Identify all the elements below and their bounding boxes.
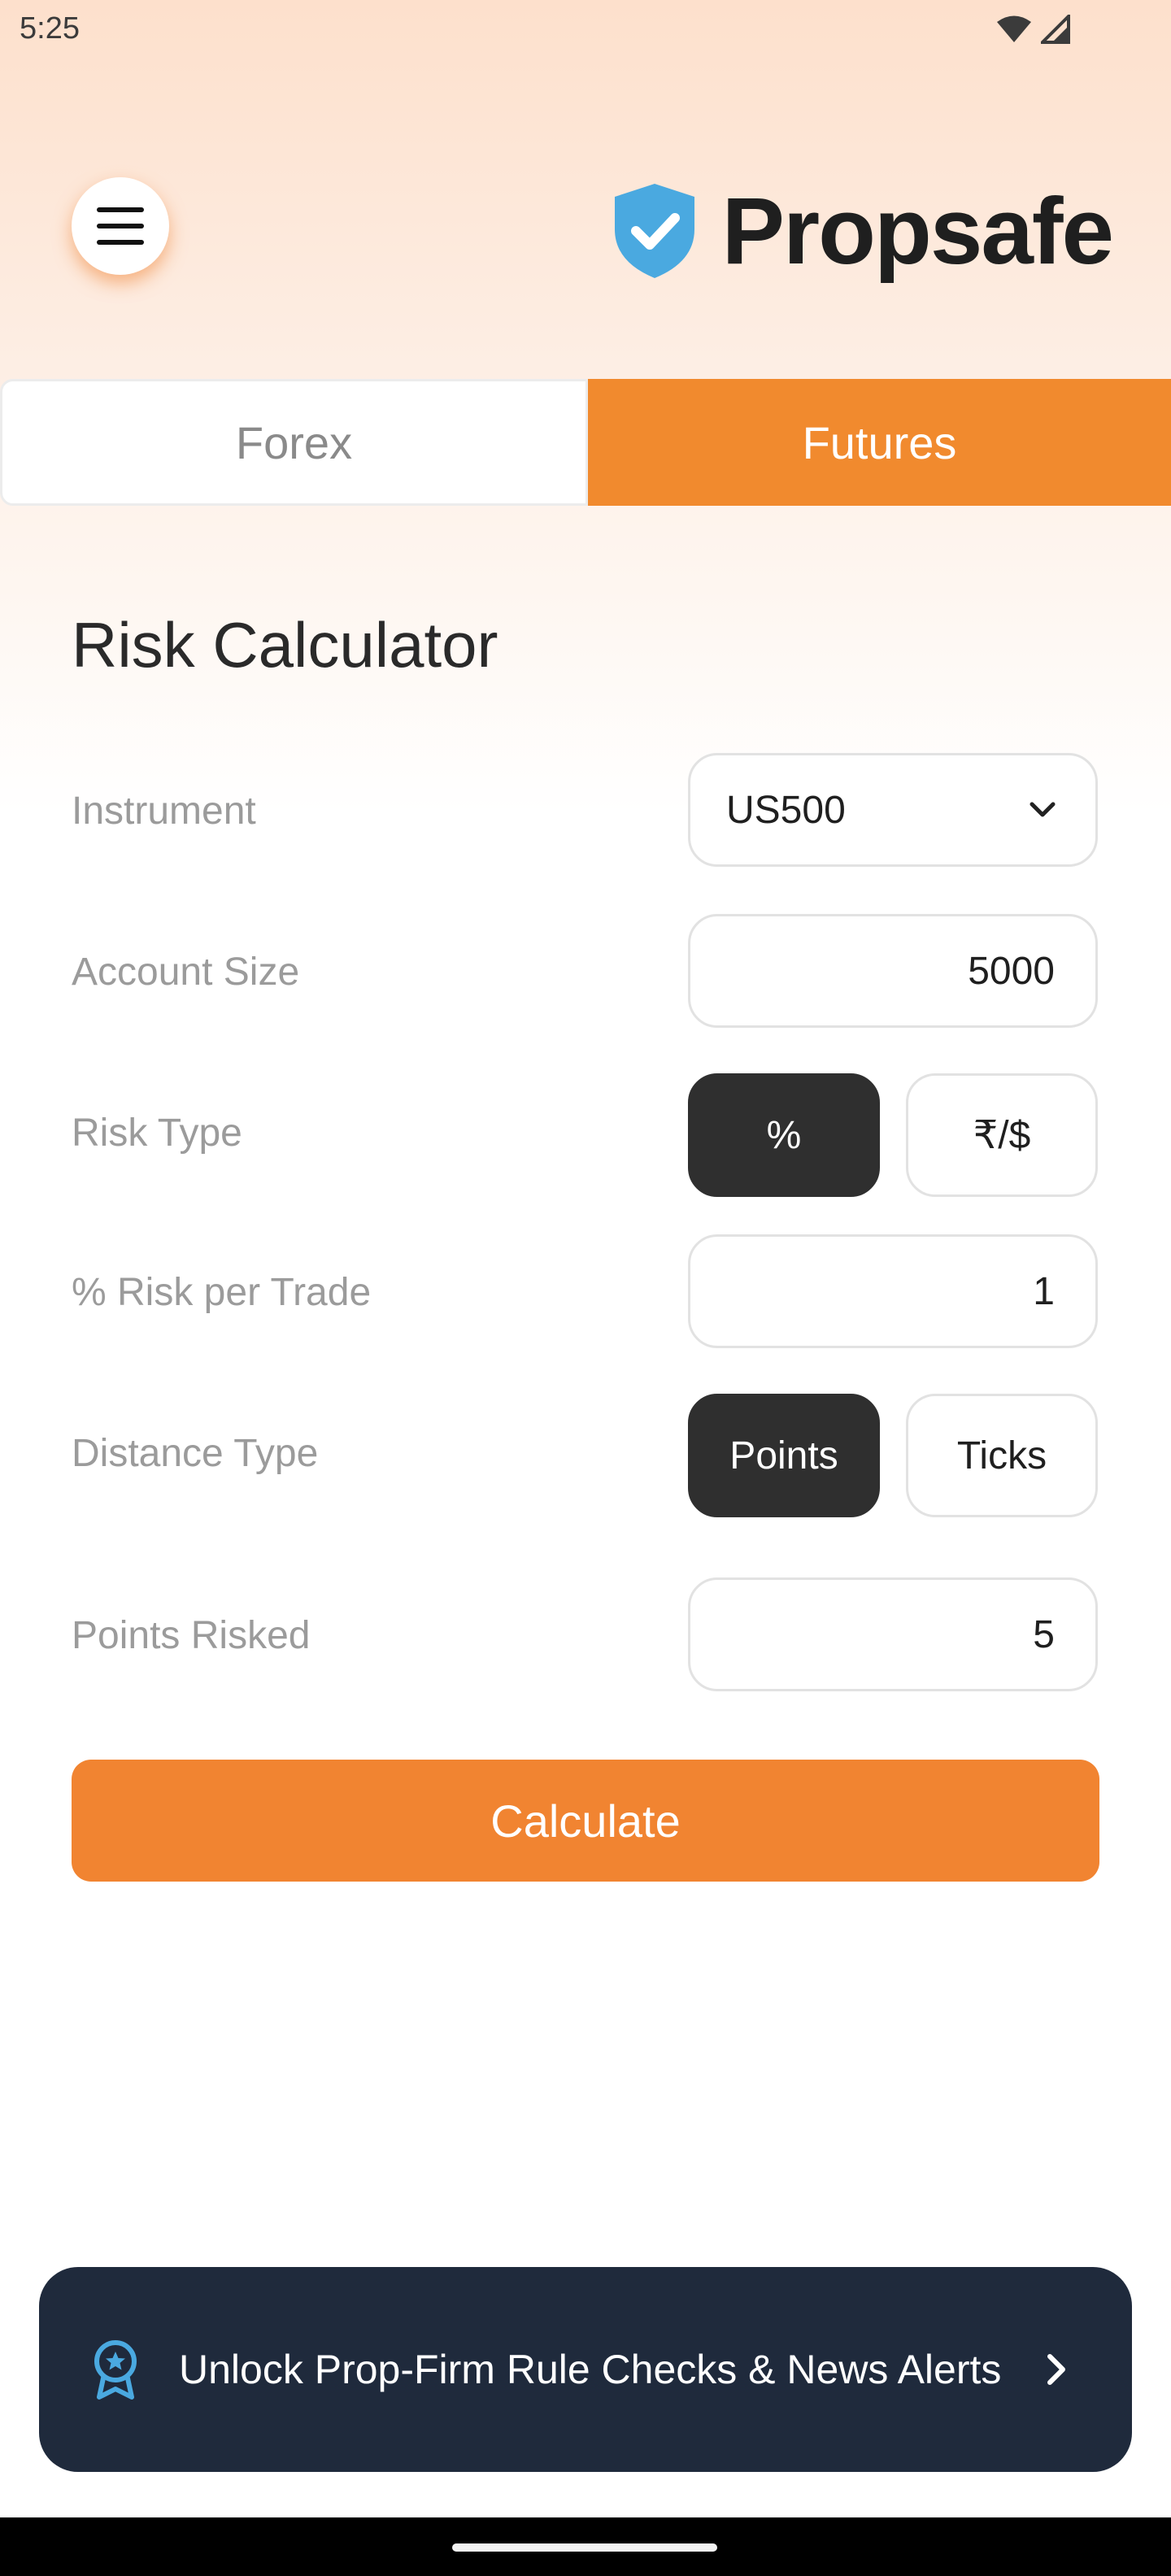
- instrument-value: US500: [726, 788, 846, 832]
- tab-forex[interactable]: Forex: [0, 379, 588, 506]
- page-title: Risk Calculator: [72, 609, 498, 681]
- menu-button[interactable]: [72, 177, 169, 275]
- account-size-input[interactable]: 5000: [688, 914, 1098, 1028]
- wifi-icon: [997, 15, 1031, 42]
- banner-text: Unlock Prop-Firm Rule Checks & News Aler…: [179, 2347, 1002, 2392]
- points-risked-input[interactable]: 5: [688, 1577, 1098, 1691]
- account-size-label: Account Size: [72, 951, 300, 994]
- risk-type-label: Risk Type: [72, 1112, 242, 1155]
- chevron-right-icon: [1047, 2354, 1065, 2385]
- instrument-label: Instrument: [72, 790, 256, 833]
- status-time: 5:25: [20, 11, 80, 46]
- risk-per-trade-label: % Risk per Trade: [72, 1271, 372, 1314]
- points-risked-label: Points Risked: [72, 1614, 311, 1657]
- market-tabs: Forex Futures: [0, 379, 1171, 506]
- risk-type-percent-button[interactable]: %: [688, 1073, 880, 1197]
- instrument-select[interactable]: US500: [688, 753, 1098, 867]
- shield-check-icon: [614, 184, 694, 278]
- award-badge-icon: [94, 2340, 137, 2400]
- hamburger-menu-icon: [97, 207, 144, 245]
- cellular-signal-icon: [1041, 15, 1070, 44]
- tab-futures[interactable]: Futures: [588, 379, 1171, 506]
- brand-logo: Propsafe: [610, 178, 1114, 284]
- distance-type-points-button[interactable]: Points: [688, 1394, 880, 1517]
- chevron-down-icon: [1030, 802, 1056, 817]
- risk-type-currency-button[interactable]: ₹/$: [906, 1073, 1098, 1197]
- brand-name: Propsafe: [721, 178, 1114, 284]
- status-icons: [995, 15, 1070, 44]
- distance-type-ticks-button[interactable]: Ticks: [906, 1394, 1098, 1517]
- calculate-button[interactable]: Calculate: [72, 1760, 1099, 1882]
- risk-per-trade-input[interactable]: 1: [688, 1234, 1098, 1348]
- distance-type-label: Distance Type: [72, 1432, 319, 1475]
- upgrade-banner[interactable]: Unlock Prop-Firm Rule Checks & News Aler…: [39, 2267, 1132, 2472]
- home-gesture-handle[interactable]: [452, 2543, 717, 2552]
